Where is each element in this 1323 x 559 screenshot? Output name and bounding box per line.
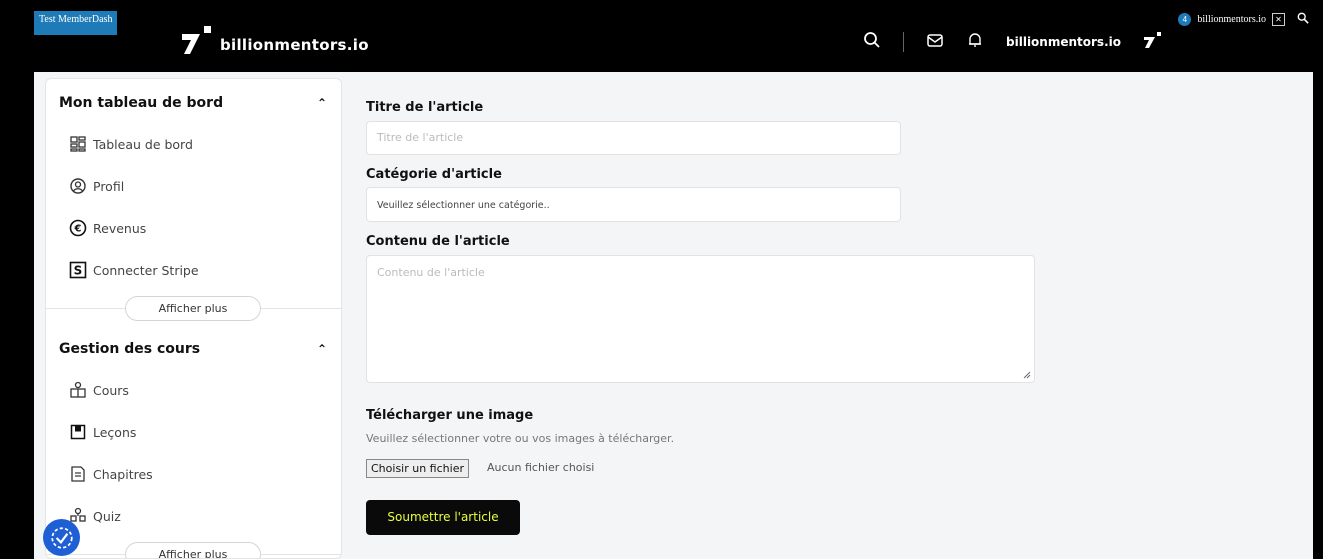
sidebar-item-lecons[interactable]: Leçons [46, 411, 341, 453]
sidebar-item-label: Quiz [93, 508, 121, 524]
sidebar-item-label: Revenus [93, 220, 147, 236]
mail-icon[interactable] [926, 31, 944, 53]
logo-text: billionmentors.io [220, 36, 369, 54]
sidebar-item-label: Connecter Stripe [93, 262, 199, 278]
title-label: Titre de l'article [366, 100, 484, 115]
upload-label: Télécharger une image [366, 408, 534, 423]
header-divider [903, 32, 905, 52]
user-avatar-icon[interactable] [1143, 30, 1163, 54]
sidebar-item-label: Cours [93, 382, 129, 398]
content-label: Contenu de l'article [366, 234, 510, 249]
category-select[interactable]: Veuillez sélectionner une catégorie.. [366, 187, 901, 222]
admin-site-badge[interactable]: Test MemberDash [34, 11, 118, 35]
sidebar-item-label: Chapitres [93, 466, 153, 482]
show-more-button[interactable]: Afficher plus [125, 296, 261, 321]
bell-icon[interactable] [966, 31, 984, 53]
chapter-icon [68, 464, 88, 484]
notification-count-badge[interactable]: 4 [1178, 13, 1192, 26]
resize-handle-icon[interactable] [1023, 371, 1031, 379]
upload-help-text: Veuillez sélectionner votre ou vos image… [366, 432, 675, 445]
lesson-icon [68, 422, 88, 442]
sidebar-item-connecter-stripe[interactable]: S Connecter Stripe [46, 249, 341, 291]
section-title: Mon tableau de bord [59, 95, 224, 111]
logo-icon [182, 26, 211, 54]
search-icon[interactable] [863, 31, 881, 53]
choose-file-button[interactable]: Choisir un fichier [366, 459, 469, 478]
sidebar-item-label: Leçons [93, 424, 137, 440]
section-title: Gestion des cours [59, 341, 201, 357]
admin-bar-right: 4 billionmentors.io ✕ [1178, 12, 1309, 27]
show-more-button[interactable]: Afficher plus [125, 542, 261, 558]
title-placeholder: Titre de l'article [377, 131, 464, 144]
header-actions: billionmentors.io [863, 30, 1163, 54]
sidebar: Mon tableau de bord ⌃ Tableau de bord Pr… [45, 78, 342, 559]
show-more-row: Afficher plus [46, 537, 341, 558]
submit-article-button[interactable]: Soumettre l'article [366, 500, 520, 535]
top-bar: Test MemberDash billionmentors.io billio… [0, 0, 1323, 72]
user-name[interactable]: billionmentors.io [1006, 35, 1121, 49]
accessibility-widget-icon[interactable] [43, 519, 80, 556]
file-status-text: Aucun fichier choisi [487, 461, 595, 474]
category-label: Catégorie d'article [366, 167, 502, 182]
main-content: Mon tableau de bord ⌃ Tableau de bord Pr… [34, 72, 1313, 559]
sidebar-item-tableau-de-bord[interactable]: Tableau de bord [46, 123, 341, 165]
sidebar-item-chapitres[interactable]: Chapitres [46, 453, 341, 495]
category-selected-value: Veuillez sélectionner une catégorie.. [377, 200, 550, 211]
admin-search-icon[interactable] [1297, 12, 1309, 27]
sidebar-section-dashboard[interactable]: Mon tableau de bord ⌃ [46, 87, 341, 119]
content-placeholder: Contenu de l'article [377, 266, 485, 279]
dashboard-icon [68, 134, 88, 154]
sidebar-item-label: Profil [93, 178, 125, 194]
svg-text:€: € [74, 224, 82, 235]
article-form: Titre de l'article Titre de l'article Ca… [366, 72, 1066, 559]
admin-site-name[interactable]: billionmentors.io [1197, 14, 1266, 25]
stripe-icon: S [68, 260, 88, 280]
sidebar-item-profil[interactable]: Profil [46, 165, 341, 207]
courses-icon [68, 380, 88, 400]
svg-text:S: S [74, 264, 83, 278]
sidebar-item-cours[interactable]: Cours [46, 369, 341, 411]
x-logo-icon[interactable]: ✕ [1272, 13, 1285, 26]
content-textarea[interactable]: Contenu de l'article [366, 255, 1035, 383]
show-more-row: Afficher plus [46, 291, 341, 325]
chevron-up-icon[interactable]: ⌃ [317, 96, 327, 110]
title-input[interactable]: Titre de l'article [366, 121, 901, 155]
chevron-up-icon[interactable]: ⌃ [317, 342, 327, 356]
sidebar-section-courses[interactable]: Gestion des cours ⌃ [46, 333, 341, 365]
sidebar-item-revenus[interactable]: € Revenus [46, 207, 341, 249]
site-logo[interactable]: billionmentors.io [180, 24, 369, 56]
user-circle-icon [68, 176, 88, 196]
euro-icon: € [68, 218, 88, 238]
sidebar-item-quiz[interactable]: Quiz [46, 495, 341, 537]
sidebar-item-label: Tableau de bord [93, 136, 193, 152]
